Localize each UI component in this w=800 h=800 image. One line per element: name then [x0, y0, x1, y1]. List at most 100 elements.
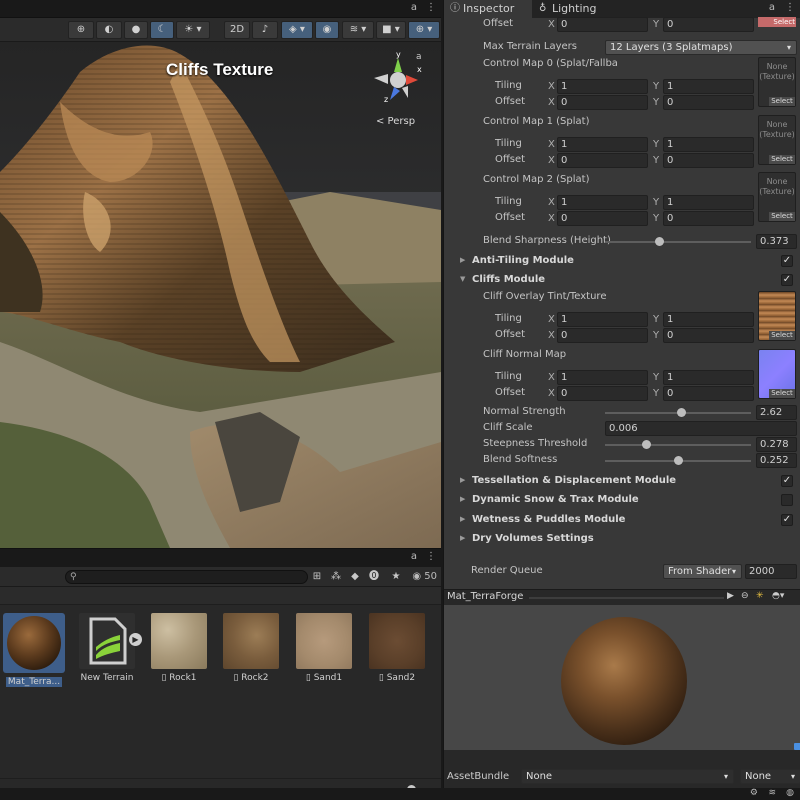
audio-icon[interactable]: ♪	[252, 21, 278, 39]
preview-mesh-icon[interactable]: ⊖	[741, 591, 749, 601]
wetness-module-row[interactable]: ▶ Wetness & Puddles Module ✓	[444, 513, 800, 529]
label-icon[interactable]: ◆	[347, 570, 363, 584]
tiling-y-field[interactable]: 1	[663, 137, 754, 152]
asset-sand1[interactable]: ▯ Sand1	[291, 613, 357, 683]
search-options-icon[interactable]: ⊞	[309, 570, 325, 584]
2d-icon[interactable]: 2D	[224, 21, 250, 39]
foldout-collapsed-icon[interactable]: ▶	[460, 476, 465, 484]
texture-select-button[interactable]: Select	[758, 17, 796, 27]
slider-knob[interactable]	[641, 440, 651, 449]
offset-y-field[interactable]: 0	[663, 153, 754, 168]
preview-sphere-icon[interactable]: ◓▾	[772, 591, 784, 601]
preview-sphere[interactable]	[561, 617, 687, 745]
asset-new-terrain[interactable]: New Terrain	[74, 613, 140, 683]
offset-y-field[interactable]: 0	[663, 328, 754, 343]
more-menu-icon[interactable]: ⋮	[424, 1, 438, 15]
slider-knob[interactable]	[655, 237, 665, 246]
asset-sand2[interactable]: ▯ Sand2	[364, 613, 430, 683]
play-icon[interactable]: ▶	[727, 591, 734, 601]
globe-icon[interactable]: ⊕	[68, 21, 94, 39]
asset-rock2[interactable]: ▯ Rock2	[218, 613, 284, 683]
projection-toggle[interactable]: < Persp	[376, 116, 415, 127]
cliffs-module-row[interactable]: ▼ Cliffs Module ✓	[444, 273, 800, 289]
blend-sharpness-slider[interactable]	[605, 237, 751, 246]
neg-z-axis-cone[interactable]	[402, 86, 408, 98]
material-preview[interactable]	[444, 605, 800, 750]
cliff-scale-field[interactable]: 0.006	[605, 421, 797, 436]
sun-icon[interactable]: ☀ ▾	[176, 21, 210, 39]
offset-x-field[interactable]: 0	[557, 17, 648, 32]
tiling-x-field[interactable]: 1	[557, 312, 648, 327]
offset-y-field[interactable]: 0	[663, 386, 754, 401]
lock-icon[interactable]: a	[765, 1, 779, 15]
assetbundle-variant-dropdown[interactable]: None ▾	[740, 769, 800, 784]
more-menu-icon[interactable]: ⋮	[424, 550, 438, 564]
normal-strength-field[interactable]: 2.62	[756, 405, 797, 420]
tab-inspector[interactable]: ⓘ Inspector	[444, 0, 532, 18]
gizmo-lock-icon[interactable]: a	[416, 52, 422, 62]
blend-sharpness-field[interactable]: 0.373	[756, 234, 797, 249]
layers-icon[interactable]: ≋ ▾	[342, 21, 374, 39]
tessellation-module-row[interactable]: ▶ Tessellation & Displacement Module ✓	[444, 474, 800, 490]
warning-icon[interactable]: ⓿	[366, 570, 382, 584]
foldout-collapsed-icon[interactable]: ▶	[460, 256, 465, 264]
offset-x-field[interactable]: 0	[557, 328, 648, 343]
scene-view[interactable]: a ⋮ ⊕ ◐ ● ☾ ☀ ▾ 2D ♪ ◈ ▾ ◉ ≋ ▾ ■ ▾ ⊕ ▾ C…	[0, 0, 441, 548]
dry-volumes-row[interactable]: ▶ Dry Volumes Settings	[444, 532, 800, 548]
preview-light-icon[interactable]: ✳	[756, 591, 764, 601]
tiling-x-field[interactable]: 1	[557, 195, 648, 210]
asset-rock1[interactable]: ▯ Rock1	[146, 613, 212, 683]
preview-header[interactable]: Mat_TerraForge ▶ ⊖ ✳ ◓▾	[444, 589, 800, 605]
foldout-collapsed-icon[interactable]: ▶	[460, 495, 465, 503]
anti-tiling-toggle[interactable]: ✓	[781, 255, 793, 267]
terrain-viewport[interactable]	[0, 42, 441, 548]
lock-icon[interactable]: a	[407, 550, 421, 564]
tiling-x-field[interactable]: 1	[557, 370, 648, 385]
offset-y-field[interactable]: 0	[663, 17, 754, 32]
hidden-packages-count[interactable]: ◉ 50	[412, 571, 437, 582]
foldout-collapsed-icon[interactable]: ▶	[460, 515, 465, 523]
layers-stack-icon[interactable]: ≋	[768, 788, 776, 798]
star-icon[interactable]: ★	[388, 570, 404, 584]
gizmo-mode-icon[interactable]: ◐	[96, 21, 122, 39]
normal-strength-slider[interactable]	[605, 408, 751, 417]
blend-softness-field[interactable]: 0.252	[756, 453, 797, 468]
debug-icon[interactable]: ⚙	[750, 788, 758, 798]
tab-lighting[interactable]: ♁ Lighting	[533, 0, 613, 18]
pin-icon[interactable]	[794, 743, 800, 750]
tiling-y-field[interactable]: 1	[663, 370, 754, 385]
offset-y-field[interactable]: 0	[663, 211, 754, 226]
camera-icon[interactable]: ■ ▾	[376, 21, 406, 39]
tiling-y-field[interactable]: 1	[663, 312, 754, 327]
steepness-field[interactable]: 0.278	[756, 437, 797, 452]
shaded-sphere-icon[interactable]: ●	[124, 21, 148, 39]
offset-x-field[interactable]: 0	[557, 95, 648, 110]
render-queue-field[interactable]: 2000	[745, 564, 797, 579]
tiling-x-field[interactable]: 1	[557, 137, 648, 152]
cliffs-module-toggle[interactable]: ✓	[781, 274, 793, 286]
gizmos-icon[interactable]: ⊕ ▾	[408, 21, 440, 39]
render-queue-dropdown[interactable]: From Shader ▾	[663, 564, 742, 579]
blend-softness-slider[interactable]	[605, 456, 751, 465]
offset-x-field[interactable]: 0	[557, 386, 648, 401]
tiling-y-field[interactable]: 1	[663, 195, 754, 210]
z-axis-cone[interactable]	[390, 87, 400, 100]
max-terrain-layers-dropdown[interactable]: 12 Layers (3 Splatmaps) ▾	[605, 40, 797, 55]
preview-drag-handle[interactable]	[529, 597, 724, 599]
steepness-slider[interactable]	[605, 440, 751, 449]
moon-icon[interactable]: ☾	[150, 21, 174, 39]
lock-icon[interactable]: a	[407, 1, 421, 15]
filter-type-icon[interactable]: ⁂	[328, 570, 344, 584]
snow-module-row[interactable]: ▶ Dynamic Snow & Trax Module	[444, 493, 800, 509]
foldout-collapsed-icon[interactable]: ▶	[460, 534, 465, 542]
neg-x-axis-cone[interactable]	[374, 74, 388, 84]
offset-x-field[interactable]: 0	[557, 211, 648, 226]
tiling-y-field[interactable]: 1	[663, 79, 754, 94]
tiling-x-field[interactable]: 1	[557, 79, 648, 94]
asset-mat-terraforge[interactable]: Mat_Terra...	[1, 613, 67, 687]
foldout-expanded-icon[interactable]: ▼	[460, 275, 465, 283]
visibility-icon[interactable]: ◉	[315, 21, 339, 39]
search-input[interactable]: ⚲	[65, 570, 308, 584]
offset-y-field[interactable]: 0	[663, 95, 754, 110]
slider-knob[interactable]	[674, 456, 683, 465]
